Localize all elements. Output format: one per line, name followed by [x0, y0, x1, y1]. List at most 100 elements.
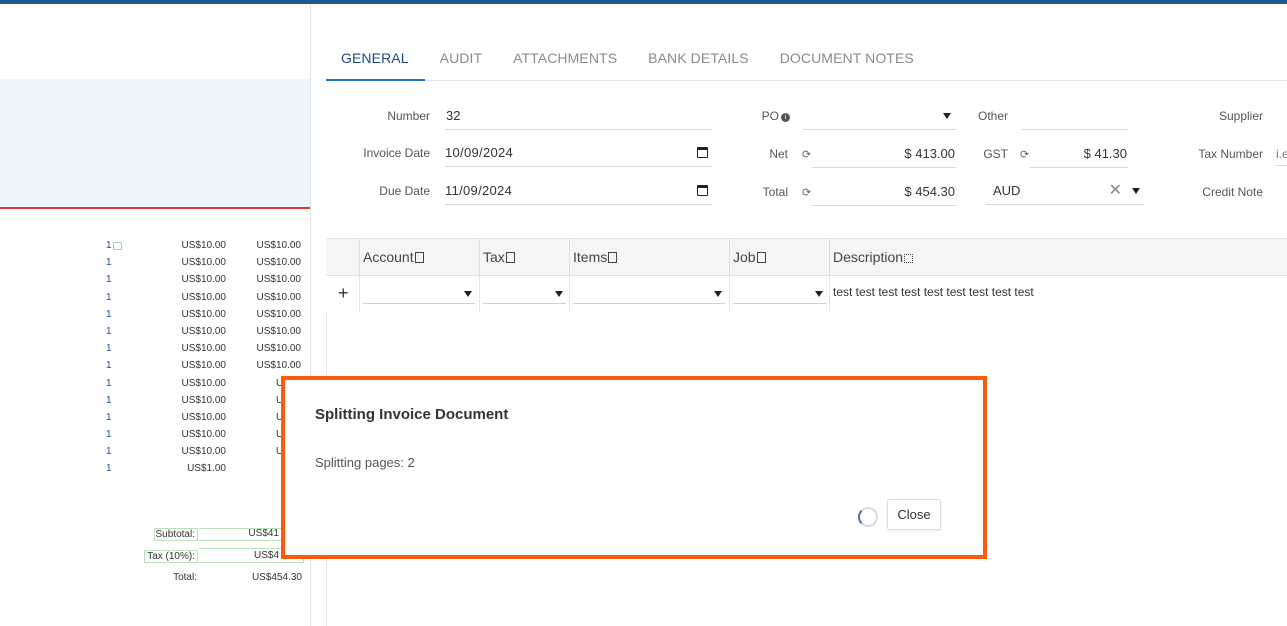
- other-label: Other: [977, 109, 1008, 123]
- other-field[interactable]: [1022, 104, 1128, 130]
- column-account-label: Account: [363, 249, 414, 265]
- chevron-down-icon[interactable]: [714, 291, 722, 297]
- net-label: Net: [769, 147, 788, 161]
- clear-icon[interactable]: ✕: [1109, 179, 1122, 203]
- preview-line-item: 1 US$10.00 US$10.00: [0, 292, 310, 309]
- tax-number-label: Tax Number: [1198, 147, 1263, 161]
- preview-line-items: 1 US$10.00 US$10.00 1 US$10.00 US$10.00 1 US$10…: [0, 240, 310, 481]
- column-description[interactable]: Description: [829, 239, 1287, 277]
- po-select[interactable]: [803, 104, 956, 130]
- currency-select[interactable]: AUD ✕: [986, 179, 1144, 205]
- po-label: PO i: [740, 109, 790, 123]
- close-button[interactable]: Close: [887, 499, 941, 530]
- copy-icon[interactable]: [505, 252, 515, 263]
- account-select[interactable]: [363, 284, 475, 304]
- calendar-icon[interactable]: [697, 185, 708, 196]
- preview-price: US$10.00: [181, 429, 226, 441]
- preview-qty: 1: [106, 411, 112, 423]
- preview-line-item: 1US$10.00US$1: [0, 412, 310, 429]
- loading-spinner-icon: [858, 507, 878, 527]
- preview-price: US$10.00: [181, 308, 226, 320]
- preview-qty: 1: [106, 274, 112, 286]
- invoice-date-field[interactable]: 10/09/2024: [445, 141, 712, 167]
- preview-amount: US$10.00: [256, 291, 301, 303]
- gst-field[interactable]: $ 41.30: [1030, 142, 1128, 168]
- preview-tax-label: Tax (10%):: [144, 550, 198, 563]
- preview-total-label: Total:: [173, 572, 197, 583]
- refresh-icon[interactable]: ⟳: [1020, 148, 1029, 161]
- preview-highlight-box: [113, 242, 122, 250]
- number-label: Number: [387, 109, 430, 123]
- job-select[interactable]: [733, 284, 826, 304]
- column-account[interactable]: Account: [359, 239, 479, 277]
- dialog-title: Splitting Invoice Document: [315, 406, 509, 423]
- copy-icon[interactable]: [904, 254, 914, 263]
- currency-value: AUD: [993, 183, 1021, 198]
- refresh-icon[interactable]: ⟳: [802, 148, 811, 161]
- document-preview[interactable]: 1 US$10.00 US$10.00 1 US$10.00 US$10.00 1 US$10…: [0, 4, 311, 626]
- preview-qty: 1: [106, 394, 112, 406]
- po-label-text: PO: [761, 109, 779, 123]
- preview-qty: 1: [106, 308, 112, 320]
- preview-amount: US$10.00: [256, 325, 301, 337]
- total-field[interactable]: $ 454.30: [812, 180, 956, 206]
- tab-attachments[interactable]: ATTACHMENTS: [498, 40, 633, 80]
- copy-icon[interactable]: [414, 252, 424, 263]
- add-line-button[interactable]: +: [338, 283, 349, 304]
- tab-bank-details[interactable]: BANK DETAILS: [633, 40, 765, 80]
- preview-price: US$1.00: [187, 463, 226, 475]
- preview-subtotal-label: Subtotal:: [154, 528, 198, 541]
- preview-line-item: 1 US$10.00 US$10.00: [0, 360, 310, 377]
- preview-qty: 1: [106, 463, 112, 475]
- supplier-label: Supplier: [1218, 109, 1263, 123]
- column-job-label: Job: [733, 249, 756, 265]
- preview-price: US$10.00: [181, 411, 226, 423]
- chevron-down-icon[interactable]: [1132, 188, 1140, 194]
- preview-price: US$10.00: [181, 377, 226, 389]
- preview-qty: 1: [106, 446, 112, 458]
- tab-audit[interactable]: AUDIT: [425, 40, 499, 80]
- preview-price: US$10.00: [181, 257, 226, 269]
- tax-cell: [479, 276, 569, 312]
- calendar-icon[interactable]: [697, 147, 708, 158]
- tab-document-notes[interactable]: DOCUMENT NOTES: [765, 40, 930, 80]
- preview-price: US$10.00: [181, 360, 226, 372]
- preview-qty: 1: [106, 240, 112, 251]
- preview-qty: 1: [106, 360, 112, 372]
- invoice-date-value: 10/09/2024: [445, 145, 514, 160]
- tab-general[interactable]: GENERAL: [326, 40, 425, 81]
- column-tax-label: Tax: [483, 249, 505, 265]
- column-items[interactable]: Items: [569, 239, 729, 277]
- column-tax[interactable]: Tax: [479, 239, 569, 277]
- preview-qty: 1: [106, 429, 112, 441]
- preview-header-block: [0, 79, 310, 209]
- number-field[interactable]: 32: [445, 104, 712, 130]
- description-value[interactable]: test test test test test test test test …: [833, 285, 1034, 299]
- preview-price: US$10.00: [181, 325, 226, 337]
- due-date-field[interactable]: 11/09/2024: [445, 179, 712, 205]
- net-field[interactable]: $ 413.00: [812, 142, 956, 168]
- preview-qty: 1: [106, 325, 112, 337]
- preview-price: US$10.00: [181, 274, 226, 286]
- tax-select[interactable]: [483, 284, 566, 304]
- chevron-down-icon[interactable]: [943, 113, 951, 119]
- preview-line-item: 1US$10.00US$1: [0, 378, 310, 395]
- preview-total-value: US$454.30: [251, 572, 302, 583]
- gst-label: GST: [983, 147, 1008, 161]
- chevron-down-icon[interactable]: [815, 291, 823, 297]
- preview-price: US$10.00: [181, 446, 226, 458]
- dialog-message: Splitting pages: 2: [315, 455, 415, 470]
- preview-amount: US$10.00: [256, 343, 301, 355]
- items-select[interactable]: [573, 284, 725, 304]
- info-icon[interactable]: i: [781, 113, 790, 122]
- tax-number-input[interactable]: [1276, 142, 1287, 166]
- preview-price: US$10.00: [181, 343, 226, 355]
- refresh-icon[interactable]: ⟳: [802, 186, 811, 199]
- credit-note-label: Credit Note: [1202, 185, 1263, 199]
- chevron-down-icon[interactable]: [464, 291, 472, 297]
- copy-icon[interactable]: [608, 252, 618, 263]
- chevron-down-icon[interactable]: [555, 291, 563, 297]
- column-job[interactable]: Job: [729, 239, 829, 277]
- preview-price: US$10.00: [181, 240, 226, 251]
- copy-icon[interactable]: [756, 252, 766, 263]
